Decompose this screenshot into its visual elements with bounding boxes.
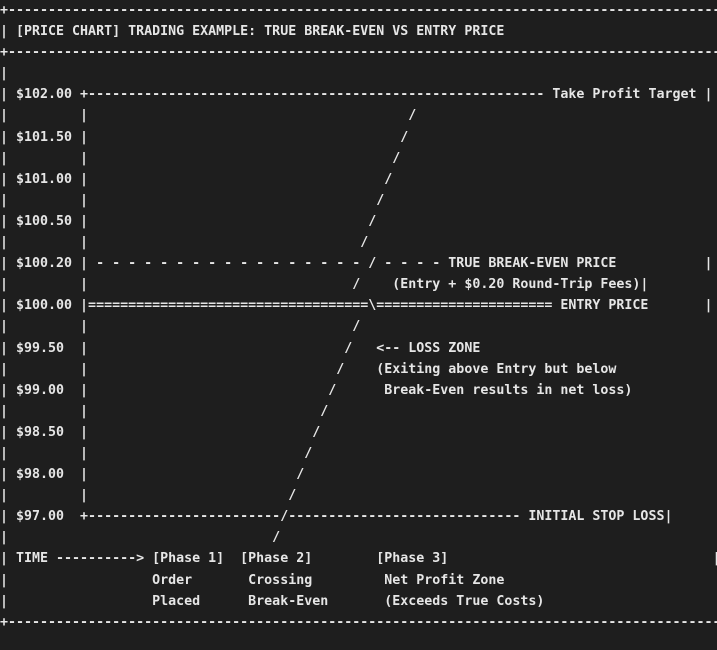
ascii-price-chart-diagram: +---------------------------------------… [0, 3, 717, 630]
